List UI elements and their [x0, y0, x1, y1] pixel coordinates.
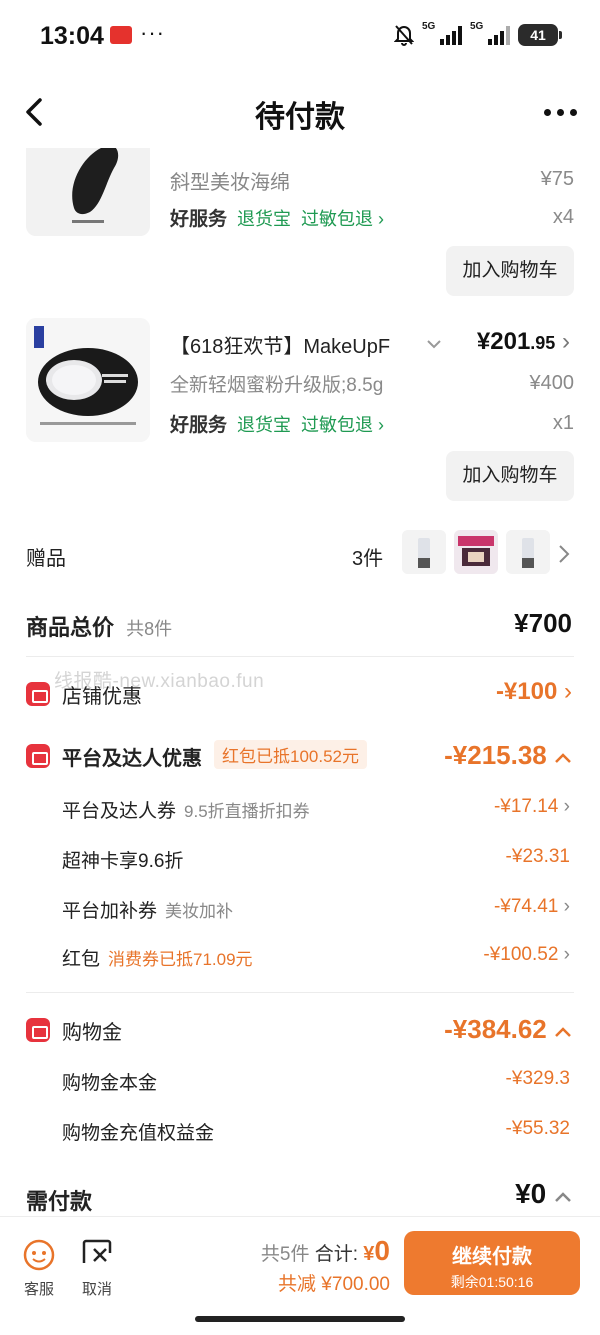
chevron-up-icon[interactable]	[554, 752, 572, 764]
product-item: 斜型美妆海绵 ¥75 好服务 退货宝 过敏包退 › x4 加入购物车	[0, 148, 600, 298]
gift-image	[402, 530, 446, 574]
add-to-cart-button[interactable]: 加入购物车	[446, 451, 574, 501]
app-badge-icon	[110, 26, 132, 44]
gifts-row[interactable]: 赠品 3件	[0, 528, 600, 578]
platform-discount-value: -¥215.38	[444, 740, 572, 771]
cancel-icon	[82, 1239, 112, 1263]
customer-service-button[interactable]: 客服	[14, 1237, 64, 1299]
shopping-gold-row[interactable]: 购物金 -¥384.62	[0, 1010, 600, 1050]
payable-row[interactable]: 需付款 ¥0	[0, 1178, 600, 1216]
platform-discount-label: 平台及达人优惠	[62, 748, 202, 770]
cancel-order-button[interactable]: 取消	[72, 1237, 122, 1299]
goods-total-value: ¥700	[514, 608, 572, 638]
return-insurance-tag: 退货宝	[237, 208, 292, 229]
shopping-gold-bonus-row: 购物金充值权益金	[62, 1123, 215, 1144]
continue-payment-button[interactable]: 继续付款 剩余01:50:16	[404, 1231, 580, 1295]
goods-total-count: 共8件	[126, 619, 173, 639]
payable-label: 需付款	[26, 1189, 93, 1214]
product-quantity: x1	[552, 412, 574, 434]
product-image[interactable]	[26, 148, 150, 236]
nav-bar: 待付款	[0, 76, 600, 148]
more-icon[interactable]	[544, 98, 578, 126]
total-saved: 共减 ¥700.00	[278, 1274, 390, 1295]
chevron-right-icon	[559, 545, 570, 563]
allergy-return-tag: 过敏包退 ›	[301, 208, 385, 229]
shopping-bag-icon	[26, 1018, 50, 1042]
remaining-time: 剩余01:50:16	[450, 1274, 534, 1290]
order-total-summary: 共5件 合计: ¥0 共减 ¥700.00	[261, 1235, 390, 1296]
store-discount-label: 店铺优惠	[62, 686, 142, 708]
total-amount: ¥0	[363, 1235, 390, 1266]
red-packet-row[interactable]: 红包 消费券已抵71.09元	[62, 944, 253, 971]
mute-bell-icon	[394, 25, 414, 46]
service-tags[interactable]: 好服务 退货宝 过敏包退 ›	[170, 204, 384, 231]
platform-coupon-row[interactable]: 平台及达人券 9.5折直播折扣券	[62, 796, 310, 823]
goods-total-row: 商品总价 共8件 ¥700	[0, 600, 600, 650]
service-tags[interactable]: 好服务 退货宝 过敏包退 ›	[170, 410, 384, 437]
payable-value: ¥0	[515, 1178, 572, 1210]
order-content[interactable]: 斜型美妆海绵 ¥75 好服务 退货宝 过敏包退 › x4 加入购物车 【618狂…	[0, 148, 600, 1216]
subsidy-coupon-row[interactable]: 平台加补券 美妆加补	[62, 896, 233, 923]
signal-icon: 5G	[422, 21, 462, 45]
return-insurance-tag: 退货宝	[237, 414, 292, 435]
good-service-badge: 好服务	[170, 209, 228, 230]
chevron-up-icon[interactable]	[554, 1026, 572, 1038]
shopping-gold-label: 购物金	[62, 1022, 122, 1044]
coupon-icon	[26, 744, 50, 768]
product-original-price: ¥400	[529, 372, 575, 394]
customer-service-icon	[23, 1239, 55, 1271]
gift-image	[454, 530, 498, 574]
super-card-value: -¥23.31	[505, 846, 570, 867]
product-name[interactable]: 斜型美妆海绵	[170, 166, 290, 195]
good-service-badge: 好服务	[170, 415, 228, 436]
platform-coupon-value[interactable]: -¥17.14 ›	[494, 796, 570, 818]
store-discount-row[interactable]: 店铺优惠 -¥100 ›	[0, 674, 600, 714]
store-discount-value: -¥100 ›	[495, 678, 572, 705]
gift-image	[506, 530, 550, 574]
continue-payment-label: 继续付款	[452, 1246, 532, 1268]
add-to-cart-button[interactable]: 加入购物车	[446, 246, 574, 296]
super-card-row: 超神卡享9.6折	[62, 851, 184, 872]
battery-icon: 41	[518, 24, 562, 46]
allergy-return-tag: 过敏包退 ›	[301, 414, 385, 435]
home-indicator[interactable]	[195, 1316, 405, 1322]
product-quantity: x4	[552, 206, 574, 228]
powder-image	[26, 318, 150, 442]
status-time: 13:04	[40, 22, 104, 50]
product-item: 【618狂欢节】MakeUpF ¥201.95 › 全新轻烟蜜粉升级版;8.5g…	[0, 318, 600, 508]
signal-icon-2: 5G	[470, 21, 510, 45]
shopping-gold-principal-value: -¥329.3	[505, 1068, 570, 1089]
shopping-gold-bonus-value: -¥55.32	[505, 1118, 570, 1139]
platform-discount-row[interactable]: 平台及达人优惠 红包已抵100.52元 -¥215.38	[0, 736, 600, 776]
divider	[26, 656, 574, 657]
chevron-up-icon[interactable]	[554, 1191, 572, 1203]
item-count: 共5件	[260, 1244, 310, 1265]
cancel-label: 取消	[81, 1281, 112, 1298]
status-right: 5G 5G 41	[394, 21, 562, 46]
red-packet-tag: 红包已抵100.52元	[214, 740, 367, 769]
gifts-label: 赠品	[26, 548, 66, 570]
product-image[interactable]	[26, 318, 150, 442]
chevron-right-icon: ›	[564, 678, 572, 705]
total-label: 合计:	[314, 1244, 359, 1265]
goods-total-label: 商品总价 共8件	[26, 615, 173, 640]
divider	[26, 992, 574, 993]
chevron-down-icon[interactable]	[426, 338, 442, 350]
customer-service-label: 客服	[23, 1281, 54, 1298]
status-more-dots: ···	[140, 20, 165, 45]
store-icon	[26, 682, 50, 706]
product-price: ¥75	[540, 168, 574, 190]
red-packet-value[interactable]: -¥100.52 ›	[483, 944, 570, 966]
shopping-gold-value: -¥384.62	[444, 1014, 572, 1045]
chevron-right-icon: ›	[562, 328, 570, 355]
subsidy-coupon-value[interactable]: -¥74.41 ›	[494, 896, 570, 918]
status-bar: 13:04 ··· 5G 5G 41	[0, 0, 600, 76]
page-title: 待付款	[255, 101, 345, 134]
shopping-gold-principal-row: 购物金本金	[62, 1073, 158, 1094]
product-current-price[interactable]: ¥201.95 ›	[477, 328, 570, 356]
product-spec[interactable]: 全新轻烟蜜粉升级版;8.5g	[170, 370, 383, 397]
gifts-count: 3件	[352, 548, 384, 570]
product-name[interactable]: 【618狂欢节】MakeUpF	[170, 330, 390, 359]
sponge-image	[26, 148, 150, 236]
